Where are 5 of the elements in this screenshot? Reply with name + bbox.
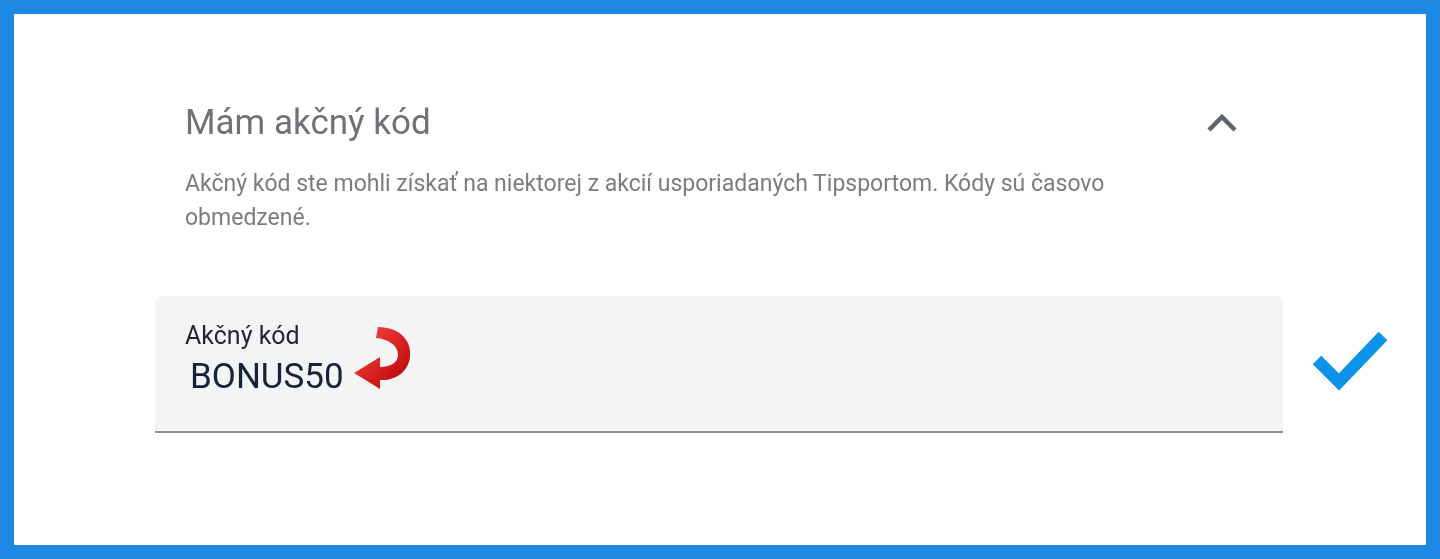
field-value: BONUS50	[190, 355, 344, 399]
field-label: Akčný kód	[185, 321, 300, 351]
section-title: Mám akčný kód	[185, 103, 431, 143]
code-input-field[interactable]: Akčný kód BONUS50	[155, 296, 1283, 433]
section-description: Akčný kód ste mohli získať na niektorej z akcií usporiadaných Tipsportom. Kódy sú časovo obmedzené.	[185, 169, 1106, 233]
